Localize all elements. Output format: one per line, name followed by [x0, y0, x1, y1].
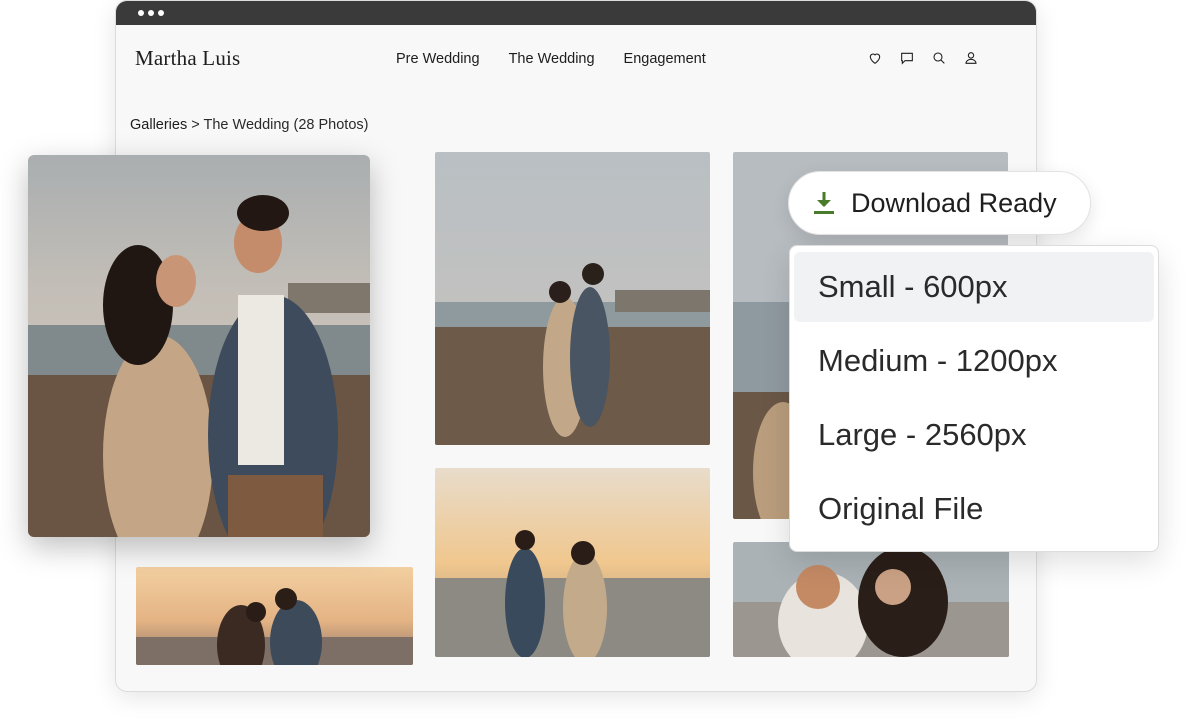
window-controls [138, 10, 164, 16]
gallery-photo[interactable] [733, 542, 1009, 657]
featured-photo[interactable] [28, 155, 370, 537]
window-dot[interactable] [138, 10, 144, 16]
menu-item-medium[interactable]: Medium - 1200px [794, 326, 1154, 396]
download-ready-button[interactable]: Download Ready [788, 171, 1091, 235]
menu-item-large[interactable]: Large - 2560px [794, 400, 1154, 470]
site-logo[interactable]: Martha Luis [135, 46, 240, 71]
heart-icon[interactable] [866, 49, 884, 67]
nav-engagement[interactable]: Engagement [624, 51, 706, 67]
main-nav: Pre Wedding The Wedding Engagement [396, 51, 706, 67]
download-ready-label: Download Ready [851, 187, 1057, 218]
breadcrumb-separator: > [191, 117, 200, 133]
menu-item-small[interactable]: Small - 600px [794, 252, 1154, 322]
gallery-photo[interactable] [435, 468, 710, 657]
breadcrumb-galleries[interactable]: Galleries [130, 117, 187, 133]
header-icons [866, 49, 980, 67]
nav-pre-wedding[interactable]: Pre Wedding [396, 51, 480, 67]
window-dot[interactable] [158, 10, 164, 16]
menu-item-original[interactable]: Original File [794, 474, 1154, 544]
chat-icon[interactable] [898, 49, 916, 67]
user-icon[interactable] [962, 49, 980, 67]
download-icon [809, 188, 839, 218]
gallery-photo[interactable] [136, 567, 413, 665]
search-icon[interactable] [930, 49, 948, 67]
title-bar [116, 1, 1036, 25]
breadcrumb-current: The Wedding (28 Photos) [203, 117, 369, 133]
gallery-photo[interactable] [435, 152, 710, 445]
breadcrumb: Galleries > The Wedding (28 Photos) [130, 117, 368, 133]
nav-the-wedding[interactable]: The Wedding [509, 51, 595, 67]
download-size-menu: Small - 600px Medium - 1200px Large - 25… [789, 245, 1159, 552]
window-dot[interactable] [148, 10, 154, 16]
